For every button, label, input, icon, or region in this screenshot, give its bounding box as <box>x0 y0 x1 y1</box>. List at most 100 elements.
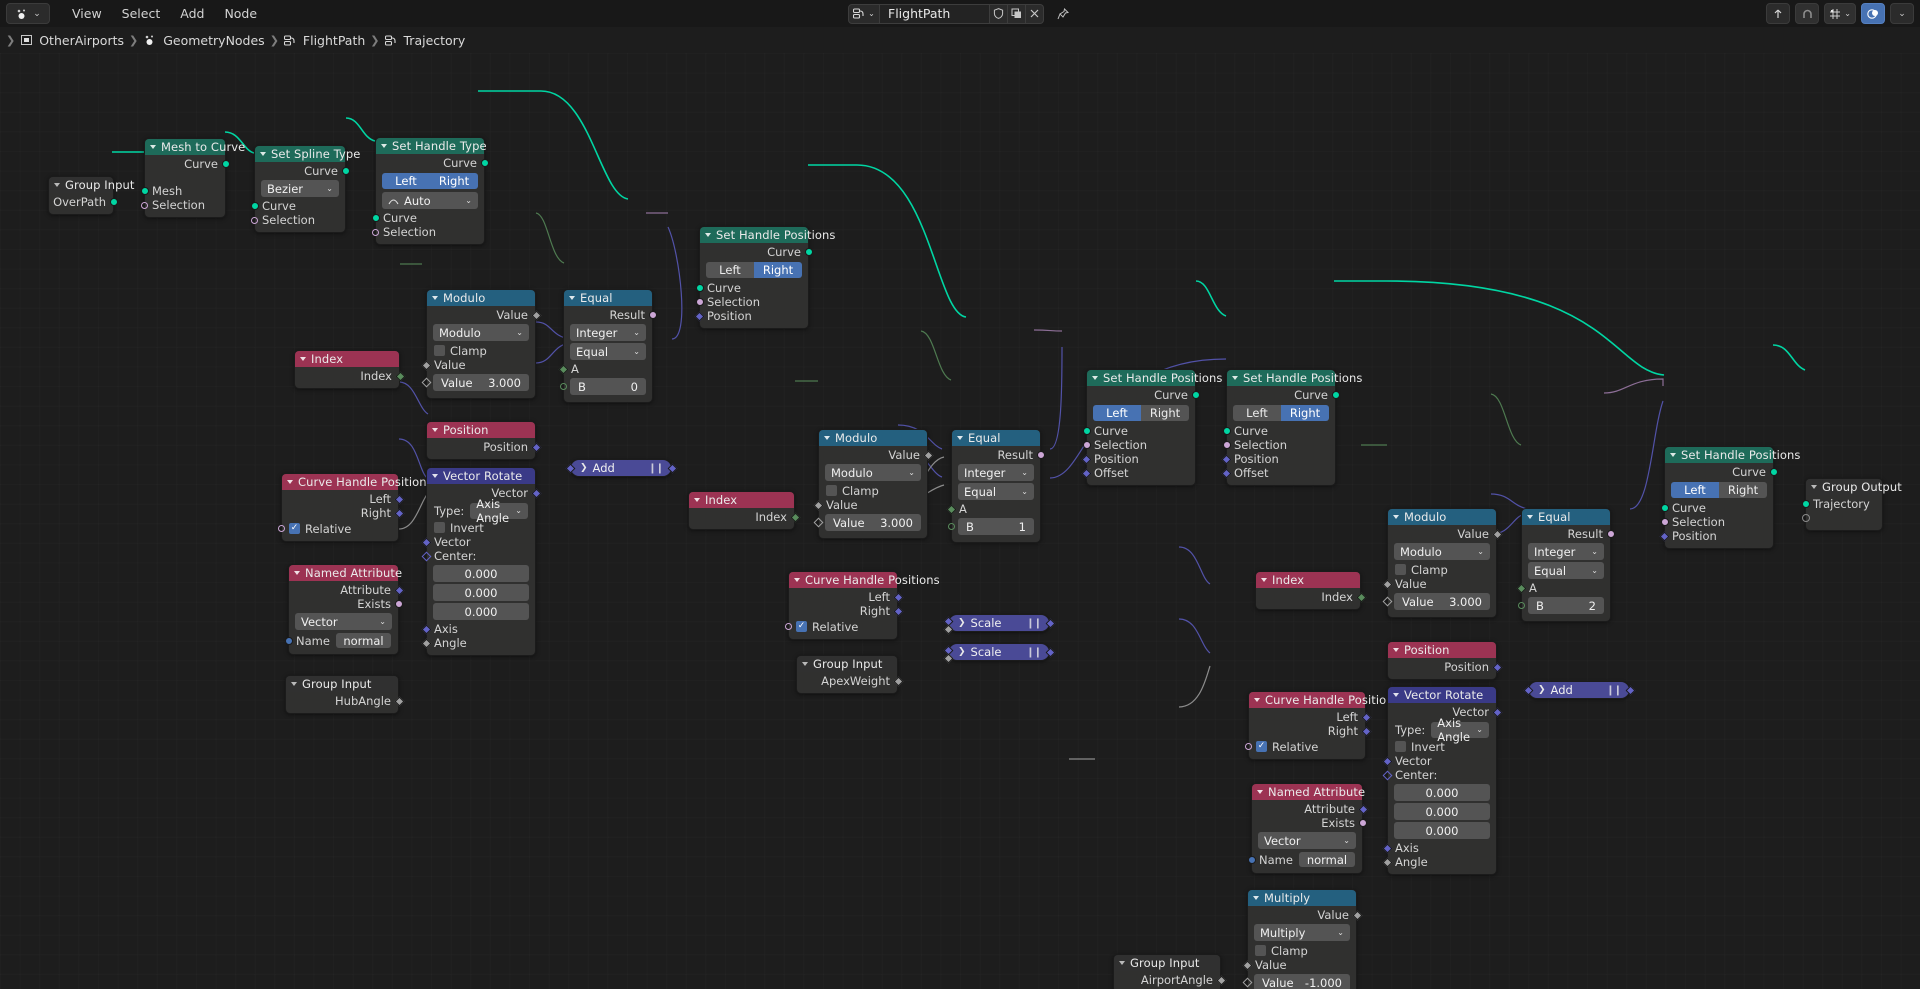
socket-curve-in[interactable] <box>371 214 380 222</box>
attribute-name-field[interactable]: normal <box>335 633 391 648</box>
collapse-chevron-icon[interactable] <box>1393 515 1399 519</box>
socket-result-out[interactable] <box>1036 451 1045 459</box>
data-type-dropdown[interactable]: Integer ⌄ <box>570 324 646 341</box>
socket-curve-in[interactable] <box>1660 504 1669 512</box>
node-group-input-apexweight[interactable]: Group Input ApexWeight <box>796 655 903 694</box>
socket-row-result-out[interactable]: Result <box>1522 527 1615 541</box>
socket-a-in[interactable] <box>1516 583 1526 593</box>
node-header[interactable]: Equal <box>564 290 652 306</box>
b-value-field[interactable]: B 2 <box>1517 597 1604 614</box>
socket-a-in[interactable] <box>565 463 575 473</box>
node-header[interactable]: Vector Rotate <box>427 468 535 484</box>
compare-operation-dropdown[interactable]: Equal ⌄ <box>570 343 646 360</box>
attribute-name-field[interactable]: normal <box>1298 852 1355 867</box>
socket-b-in[interactable] <box>947 523 955 530</box>
node-header[interactable]: Group Input <box>1114 955 1220 971</box>
invert-checkbox-row[interactable]: Invert <box>427 520 535 535</box>
socket-row-airportangle[interactable]: AirportAngle <box>1114 973 1226 987</box>
socket-row-value-out[interactable]: Value <box>1388 527 1502 541</box>
node-header[interactable]: Index <box>689 492 794 508</box>
socket-a-in[interactable] <box>1523 685 1533 695</box>
collapse-chevron-icon[interactable] <box>432 296 438 300</box>
socket-exists-out[interactable] <box>394 600 403 608</box>
math-operation-dropdown[interactable]: Modulo ⌄ <box>1394 543 1490 560</box>
socket-curve-in[interactable] <box>1082 427 1091 435</box>
node-header[interactable]: Vector Rotate <box>1388 687 1496 703</box>
attribute-name-row[interactable]: Name normal <box>284 632 398 649</box>
overlays-toggle-button[interactable] <box>1861 3 1885 24</box>
socket-axis-in[interactable] <box>421 624 431 634</box>
node-header[interactable]: Set Handle Positions <box>1227 370 1362 386</box>
node-header[interactable]: Set Handle Positions <box>1665 447 1800 463</box>
node-index-2[interactable]: Index Index <box>688 491 800 530</box>
socket-row-curve-in[interactable]: Curve <box>1082 424 1195 438</box>
socket-value-out[interactable] <box>923 450 933 460</box>
collapse-chevron-icon[interactable] <box>432 428 438 432</box>
socket-scale-in[interactable] <box>943 624 953 634</box>
toggle-left[interactable]: Left <box>1233 405 1281 421</box>
center-z-field[interactable]: 0.000 <box>1394 822 1490 839</box>
socket-relative-in[interactable] <box>1244 743 1252 750</box>
collapse-chevron-icon[interactable] <box>300 357 306 361</box>
socket-row-selection-in[interactable]: Selection <box>1082 438 1195 452</box>
socket-row-value-out[interactable]: Value <box>1248 908 1362 922</box>
expand-chevron-icon[interactable]: ❯ <box>958 618 966 628</box>
socket-row-curve-in[interactable]: Curve <box>1222 424 1335 438</box>
socket-value-in-2[interactable] <box>1382 596 1392 607</box>
socket-apexweight-out[interactable] <box>893 676 903 686</box>
expand-chevron-icon[interactable]: ❯ <box>1538 685 1546 695</box>
socket-center-in[interactable] <box>1382 770 1392 780</box>
handle-side-toggle[interactable]: Left Right <box>1233 405 1329 421</box>
socket-row-curve-in[interactable]: Curve <box>695 281 808 295</box>
node-header[interactable]: Curve Handle Positions <box>282 474 433 490</box>
b-value-field[interactable]: B 0 <box>559 378 646 395</box>
socket-angle-in[interactable] <box>1382 857 1392 867</box>
node-curve-handle-positions-2[interactable]: Curve Handle Positions Left Right Relati… <box>784 571 940 640</box>
math-operation-dropdown[interactable]: Multiply ⌄ <box>1254 924 1350 941</box>
node-group-output[interactable]: Group Output Trajectory <box>1801 478 1902 531</box>
socket-row-index-out[interactable]: Index <box>295 369 405 383</box>
node-header[interactable]: Set Spline Type <box>255 146 360 162</box>
socket-right-out[interactable] <box>1361 726 1371 736</box>
relative-checkbox[interactable] <box>289 523 300 534</box>
clamp-checkbox-row[interactable]: Clamp <box>427 343 535 358</box>
math-operation-dropdown[interactable]: Modulo ⌄ <box>433 324 529 341</box>
clamp-checkbox[interactable] <box>434 345 445 356</box>
socket-position-out[interactable] <box>531 442 541 452</box>
breadcrumb-item-nodegroup[interactable]: Trajectory <box>384 33 465 48</box>
relative-checkbox[interactable] <box>1256 741 1267 752</box>
collapse-chevron-icon[interactable] <box>824 436 830 440</box>
node-curve-handle-positions-3[interactable]: Curve Handle Positions Left Right Relati… <box>1244 691 1400 760</box>
collapse-chevron-icon[interactable] <box>1092 376 1098 380</box>
socket-row-selection-in[interactable]: Selection <box>140 198 225 212</box>
socket-exists-out[interactable] <box>1358 819 1367 827</box>
node-header[interactable]: Position <box>1388 642 1496 658</box>
collapse-chevron-icon[interactable] <box>1254 698 1260 702</box>
socket-row-right-out[interactable]: Right <box>789 604 903 618</box>
socket-a-in[interactable] <box>558 364 568 374</box>
center-y-field[interactable]: 0.000 <box>1394 803 1490 820</box>
toggle-left[interactable]: Left <box>1093 405 1141 421</box>
node-header[interactable]: Set Handle Positions <box>1087 370 1222 386</box>
socket-row-position-in[interactable]: Position <box>1221 452 1335 466</box>
socket-position-out[interactable] <box>1492 662 1502 672</box>
collapse-chevron-icon[interactable] <box>150 145 156 149</box>
editor-type-selector[interactable]: ⌄ <box>6 3 50 24</box>
socket-vector-in[interactable] <box>1382 756 1392 766</box>
collapse-chevron-icon[interactable] <box>54 183 60 187</box>
toggle-right[interactable]: Right <box>1719 482 1767 498</box>
socket-row-curve-in[interactable]: Curve <box>371 211 484 225</box>
center-z-field[interactable]: 0.000 <box>433 603 529 620</box>
collapse-chevron-icon[interactable] <box>1811 485 1817 489</box>
collapse-chevron-icon[interactable] <box>1257 790 1263 794</box>
socket-row-apexweight[interactable]: ApexWeight <box>797 674 903 688</box>
snap-target-button[interactable]: ⌄ <box>1824 3 1856 24</box>
rotation-type-dropdown[interactable]: Axis Angle ⌄ <box>1431 716 1489 744</box>
socket-row-index-out[interactable]: Index <box>689 510 800 524</box>
b-value-field[interactable]: B 1 <box>947 518 1034 535</box>
socket-curve-out[interactable] <box>341 167 350 175</box>
node-header[interactable]: Set Handle Type <box>376 138 487 154</box>
socket-row-result-out[interactable]: Result <box>952 448 1045 462</box>
socket-row-left-out[interactable]: Left <box>789 590 903 604</box>
node-index-3[interactable]: Index Index <box>1255 571 1366 610</box>
